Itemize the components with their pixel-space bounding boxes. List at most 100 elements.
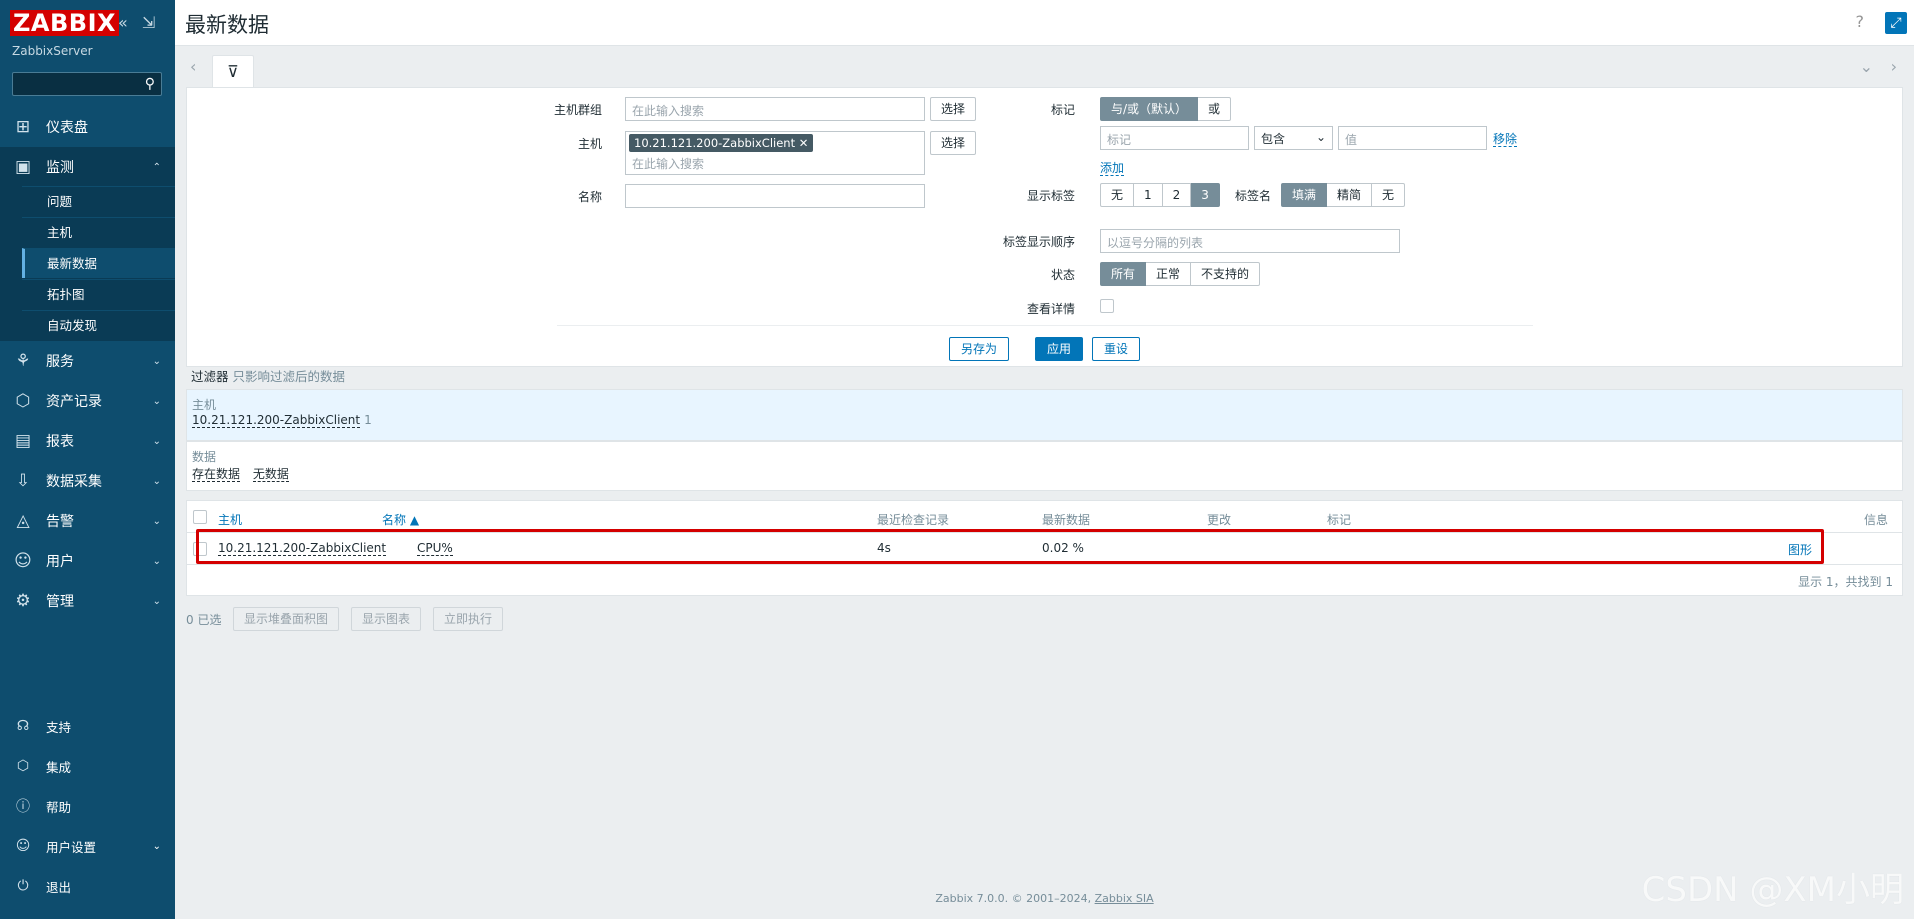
tag-name-none[interactable]: 无 — [1372, 183, 1406, 207]
nav-monitoring[interactable]: ▣ 监测 ⌃ — [0, 147, 175, 187]
nav-administration[interactable]: ⚙ 管理 ⌄ — [0, 581, 175, 621]
hostgroups-select-button[interactable]: 选择 — [930, 97, 977, 121]
nav-sub-problems[interactable]: 问题 — [22, 186, 175, 216]
reset-button[interactable]: 重设 — [1092, 337, 1141, 361]
administration-icon: ⚙ — [15, 591, 31, 611]
sidebar-search-input[interactable]: ⚲ — [12, 72, 162, 96]
stacked-graph-button[interactable]: 显示堆叠面积图 — [233, 607, 340, 631]
collapse-sidebar-icon[interactable]: « — [118, 13, 128, 32]
monitoring-icon: ▣ — [14, 157, 32, 177]
tag-name-input[interactable]: 标记 — [1100, 126, 1249, 150]
show-details-checkbox[interactable] — [1100, 299, 1114, 313]
state-unsupported[interactable]: 不支持的 — [1191, 262, 1261, 286]
fullscreen-button[interactable]: ⤢ — [1885, 12, 1907, 34]
state-normal[interactable]: 正常 — [1146, 262, 1192, 286]
sidebar: ZABBIX « ⇲ ZabbixServer ⚲ ⊞ 仪表盘 ▣ 监测 ⌃ 问… — [0, 0, 175, 919]
nav-integrations[interactable]: ⬡ 集成 — [0, 748, 175, 784]
tag-priority-label: 标签显示顺序 — [1002, 235, 1075, 249]
show-tags-3[interactable]: 3 — [1191, 183, 1220, 207]
hostgroups-input[interactable]: 在此输入搜索 — [625, 97, 925, 121]
column-info: 信息 — [1864, 513, 1889, 527]
users-icon: ☺ — [14, 551, 32, 571]
chevron-down-icon[interactable]: ⌄ — [1860, 57, 1873, 76]
tag-name-short[interactable]: 精简 — [1327, 183, 1373, 207]
filter-tab[interactable]: ⊽ — [212, 55, 254, 88]
nav-alerts[interactable]: ◬ 告警 ⌄ — [0, 501, 175, 541]
nav-inventory[interactable]: ⬡ 资产记录 ⌄ — [0, 381, 175, 421]
nav-sub-hosts[interactable]: 主机 — [22, 217, 175, 247]
nav-services[interactable]: ⚘ 服务 ⌄ — [0, 341, 175, 381]
annotation-highlight-box — [196, 529, 1824, 564]
show-tags-label: 显示标签 — [1026, 189, 1075, 203]
subfilter-data-values: 存在数据 无数据 — [192, 465, 298, 482]
close-icon[interactable]: ✕ — [799, 136, 809, 150]
name-label: 名称 — [577, 190, 602, 204]
tag-operator-value: 包含 — [1261, 132, 1286, 146]
select-all-checkbox[interactable] — [193, 510, 207, 524]
nav-dashboards[interactable]: ⊞ 仪表盘 — [0, 107, 175, 147]
subfilter-data: 数据 存在数据 无数据 — [186, 441, 1903, 491]
subfilter-hosts: 主机 10.21.121.200-ZabbixClient 1 — [186, 389, 1903, 441]
nav-user-settings[interactable]: ☺ 用户设置 ⌄ — [0, 828, 175, 864]
tags-andor-option[interactable]: 与/或（默认） — [1100, 97, 1199, 121]
show-tags-toggle: 无 1 2 3 — [1100, 183, 1220, 207]
column-name[interactable]: 名称 ▲ — [382, 511, 419, 528]
chevron-right-icon[interactable]: › — [1891, 57, 1897, 76]
show-tags-1[interactable]: 1 — [1134, 183, 1163, 207]
save-as-button[interactable]: 另存为 — [949, 337, 1010, 361]
subfilter-without-data-link[interactable]: 无数据 — [252, 467, 289, 482]
nav-label: 退出 — [46, 879, 72, 895]
tag-name-full[interactable]: 填满 — [1281, 183, 1328, 207]
hosts-select-button[interactable]: 选择 — [930, 131, 977, 155]
subfilter-with-data-link[interactable]: 存在数据 — [192, 467, 241, 482]
nav-reports[interactable]: ▤ 报表 ⌄ — [0, 421, 175, 461]
execute-now-button[interactable]: 立即执行 — [433, 607, 504, 631]
nav-label: 集成 — [46, 759, 72, 775]
show-tags-2[interactable]: 2 — [1162, 183, 1192, 207]
nav-sub-discovery[interactable]: 自动发现 — [22, 310, 175, 340]
state-all[interactable]: 所有 — [1100, 262, 1147, 286]
name-input[interactable] — [625, 184, 925, 208]
apply-button[interactable]: 应用 — [1035, 337, 1084, 361]
tags-or-option[interactable]: 或 — [1198, 97, 1232, 121]
subfilter-label: 过滤器 — [191, 369, 229, 384]
nav-sub-latest-data[interactable]: 最新数据 — [22, 248, 175, 278]
nav-label: 数据采集 — [46, 474, 102, 490]
chevron-left-icon[interactable]: ‹ — [190, 57, 196, 76]
chevron-down-icon: ⌄ — [152, 515, 161, 527]
display-graph-button[interactable]: 显示图表 — [351, 607, 422, 631]
nav-users[interactable]: ☺ 用户 ⌄ — [0, 541, 175, 581]
host-chip[interactable]: 10.21.121.200-ZabbixClient ✕ — [629, 134, 814, 152]
add-tag-link[interactable]: 添加 — [1100, 161, 1125, 176]
chevron-down-icon: ⌄ — [152, 595, 161, 607]
column-last-value: 最新数据 — [1042, 513, 1091, 527]
tag-operator-select[interactable]: 包含 ⌄ — [1254, 126, 1333, 150]
column-change: 更改 — [1207, 513, 1232, 527]
help-icon[interactable]: ? — [1856, 12, 1865, 31]
kiosk-mode-icon[interactable]: ⇲ — [142, 13, 155, 32]
chevron-down-icon: ⌄ — [152, 840, 161, 852]
subfilter-hint: 只影响过滤后的数据 — [232, 369, 346, 384]
nav-sign-out[interactable]: ⏻ 退出 — [0, 868, 175, 904]
chevron-down-icon: ⌄ — [152, 355, 161, 367]
nav-data-collection[interactable]: ⇩ 数据采集 ⌄ — [0, 461, 175, 501]
show-tags-none[interactable]: 无 — [1100, 183, 1135, 207]
column-host[interactable]: 主机 — [218, 511, 242, 528]
nav-label: 服务 — [46, 354, 74, 370]
tag-priority-input[interactable]: 以逗号分隔的列表 — [1100, 229, 1400, 253]
zabbix-logo[interactable]: ZABBIX — [10, 10, 119, 36]
tag-value-input[interactable]: 值 — [1338, 126, 1487, 150]
user-settings-icon: ☺ — [15, 838, 31, 854]
footer-company-link[interactable]: Zabbix SIA — [1095, 892, 1154, 905]
remove-tag-link[interactable]: 移除 — [1493, 132, 1518, 147]
search-icon[interactable]: ⚲ — [145, 76, 155, 92]
nav-sub-maps[interactable]: 拓扑图 — [22, 279, 175, 309]
subfilter-host-link[interactable]: 10.21.121.200-ZabbixClient — [192, 413, 361, 428]
host-chip-label: 10.21.121.200-ZabbixClient — [634, 136, 796, 150]
server-name: ZabbixServer — [12, 44, 93, 58]
nav-help[interactable]: ⓘ 帮助 — [0, 788, 175, 824]
nav-support[interactable]: ☊ 支持 — [0, 708, 175, 744]
footer-text: Zabbix 7.0.0. © 2001–2024, — [935, 892, 1095, 905]
remove-tag-wrap: 移除 — [1493, 130, 1518, 147]
nav-label: 监测 — [46, 160, 74, 176]
